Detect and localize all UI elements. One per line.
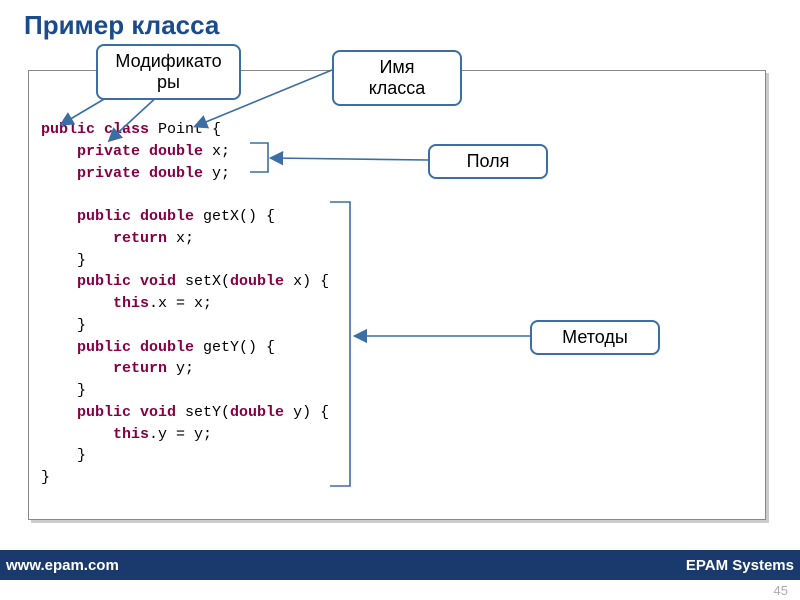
code-text: x; <box>167 230 194 247</box>
code-kw: public void <box>41 273 176 290</box>
footer-url: www.epam.com <box>6 557 119 574</box>
code-text: } <box>41 469 50 486</box>
code-kw: private double <box>41 143 203 160</box>
code-text: y) { <box>284 404 329 421</box>
code-text: y; <box>203 165 230 182</box>
code-text: } <box>41 382 86 399</box>
callout-fields: Поля <box>428 144 548 179</box>
code-text: getY() { <box>194 339 275 356</box>
code-text: .y = y; <box>149 426 212 443</box>
code-kw: return <box>41 230 167 247</box>
code-kw: public void <box>41 404 176 421</box>
code-text: setY( <box>176 404 230 421</box>
code-text: x; <box>203 143 230 160</box>
code-text: setX( <box>176 273 230 290</box>
code-text: } <box>41 447 86 464</box>
code-kw: this <box>41 426 149 443</box>
callout-modifiers: Модификато ры <box>96 44 241 100</box>
callout-classname: Имя класса <box>332 50 462 106</box>
footer-bar: www.epam.com EPAM Systems <box>0 550 800 580</box>
code-text: x) { <box>284 273 329 290</box>
code-kw: double <box>230 404 284 421</box>
code-kw: this <box>41 295 149 312</box>
code-kw: public double <box>41 208 194 225</box>
footer-company: EPAM Systems <box>686 557 794 574</box>
callout-methods: Методы <box>530 320 660 355</box>
page-number: 45 <box>774 583 788 598</box>
code-text: } <box>41 317 86 334</box>
code-text: .x = x; <box>149 295 212 312</box>
code-text: y; <box>167 360 194 377</box>
code-kw: return <box>41 360 167 377</box>
code-text: Point { <box>149 121 221 138</box>
code-text: getX() { <box>194 208 275 225</box>
code-kw: double <box>230 273 284 290</box>
code-kw: public double <box>41 339 194 356</box>
code-text: } <box>41 252 86 269</box>
slide-title: Пример класса <box>0 0 800 45</box>
code-block: public class Point { private double x; p… <box>28 70 766 520</box>
code-kw: private double <box>41 165 203 182</box>
code-kw: public class <box>41 121 149 138</box>
